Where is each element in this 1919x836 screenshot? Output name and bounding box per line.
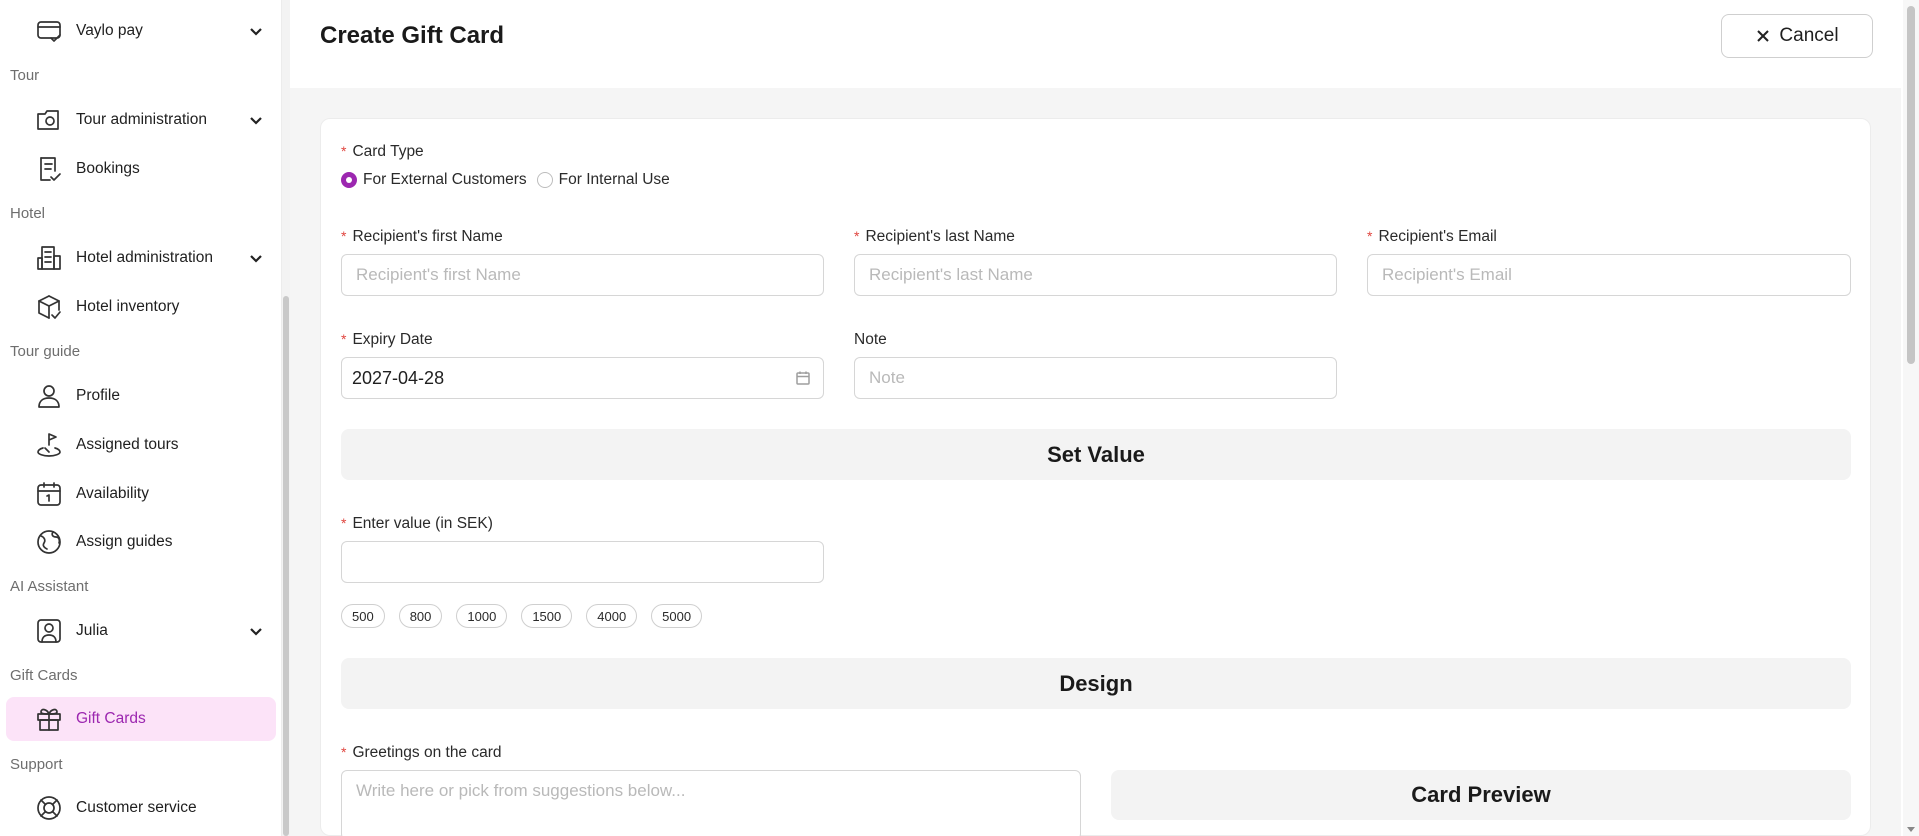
calendar-icon [34,479,64,509]
sidebar-item-label: Bookings [76,160,140,177]
required-asterisk: * [341,143,347,159]
required-asterisk: * [1367,228,1373,244]
sidebar-item-julia[interactable]: Julia [6,609,276,653]
sidebar-section-gift-cards: Gift Cards [10,667,78,684]
sidebar-item-hotel-administration[interactable]: Hotel administration [6,236,276,280]
greetings-label: * Greetings on the card [341,744,502,761]
value-chip-800[interactable]: 800 [398,604,443,628]
value-chip-1000[interactable]: 1000 [456,604,508,628]
expiry-date-label: * Expiry Date [341,331,433,348]
radio-button-checked[interactable] [341,172,357,188]
card-type-label: * Card Type [341,143,424,160]
sidebar-item-availability[interactable]: Availability [6,472,276,516]
sidebar: Vaylo pay Tour Tour administration Booki… [0,0,282,836]
sidebar-scrollbar-thumb[interactable] [283,296,289,836]
last-name-label: * Recipient's last Name [854,228,1015,245]
main-scrollbar[interactable] [1903,0,1919,836]
sidebar-item-bookings[interactable]: Bookings [6,147,276,191]
value-chip-5000[interactable]: 5000 [651,604,703,628]
sidebar-item-gift-cards[interactable]: Gift Cards [6,697,276,741]
sidebar-item-label: Gift Cards [76,710,146,727]
sidebar-item-assign-guides[interactable]: Assign guides [6,520,276,564]
cancel-button-label: Cancel [1779,25,1839,46]
sidebar-item-label: Assigned tours [76,436,179,453]
sidebar-item-label: Assign guides [76,533,173,550]
header: Create Gift Card Cancel [290,0,1901,88]
sidebar-item-label: Hotel administration [76,249,213,266]
lifebuoy-icon [34,793,64,823]
sidebar-item-label: Tour administration [76,111,207,128]
required-asterisk: * [341,515,347,531]
page-title: Create Gift Card [320,22,505,49]
sidebar-item-label: Hotel inventory [76,298,180,315]
greetings-textarea[interactable] [341,770,1081,836]
expiry-date-input[interactable]: 2027-04-28 [341,357,824,399]
chevron-down-icon[interactable] [248,623,264,639]
email-label: * Recipient's Email [1367,228,1497,245]
sidebar-item-label: Vaylo pay [76,22,143,39]
note-label: Note [854,331,887,348]
main-scrollbar-thumb[interactable] [1907,6,1915,364]
radio-external-customers[interactable]: For External Customers [341,171,527,189]
set-value-section-header: Set Value [341,429,1851,480]
radio-label: For External Customers [363,171,527,188]
value-chip-500[interactable]: 500 [341,604,385,628]
user-icon [34,381,64,411]
first-name-label: * Recipient's first Name [341,228,503,245]
note-input[interactable] [854,357,1337,399]
user-square-icon [34,616,64,646]
design-section-header: Design [341,658,1851,709]
value-input[interactable] [341,541,824,583]
sidebar-item-label: Profile [76,387,120,404]
value-suggestion-chips: 500 800 1000 1500 4000 5000 [341,604,716,628]
chevron-down-icon[interactable] [248,250,264,266]
expiry-date-value: 2027-04-28 [352,367,445,388]
sidebar-section-tour: Tour [10,67,40,84]
route-flag-icon [34,430,64,460]
box-check-icon [34,292,64,322]
value-chip-1500[interactable]: 1500 [521,604,573,628]
close-icon [1755,28,1771,44]
building-icon [34,243,64,273]
globe-pin-icon [34,527,64,557]
required-asterisk: * [854,228,860,244]
sidebar-section-ai-assistant: AI Assistant [10,578,89,595]
required-asterisk: * [341,744,347,760]
chevron-down-icon[interactable] [248,23,264,39]
sidebar-section-tour-guide: Tour guide [10,343,81,360]
scroll-down-arrow-icon[interactable] [1907,827,1915,832]
card-check-icon [34,16,64,46]
card-type-radio-group: For External Customers For Internal Use [341,171,680,189]
sidebar-section-hotel: Hotel [10,205,46,222]
sidebar-item-customer-service[interactable]: Customer service [6,786,276,830]
sidebar-item-profile[interactable]: Profile [6,374,276,418]
sidebar-item-label: Customer service [76,799,197,816]
sidebar-item-vaylo-pay[interactable]: Vaylo pay [6,9,276,53]
email-input[interactable] [1367,254,1851,296]
required-asterisk: * [341,228,347,244]
radio-button[interactable] [536,172,553,188]
radio-label: For Internal Use [558,171,670,188]
sidebar-item-label: Julia [76,622,108,639]
gift-icon [34,704,64,734]
radio-internal-use[interactable]: For Internal Use [536,171,670,189]
camera-folder-icon [34,105,64,135]
sidebar-item-hotel-inventory[interactable]: Hotel inventory [6,285,276,329]
last-name-input[interactable] [854,254,1337,296]
document-check-icon [34,154,64,184]
sidebar-item-label: Availability [76,485,149,502]
card-preview-header: Card Preview [1111,770,1851,820]
sidebar-item-tour-administration[interactable]: Tour administration [6,98,276,142]
value-chip-4000[interactable]: 4000 [586,604,638,628]
chevron-down-icon[interactable] [248,112,264,128]
value-label: * Enter value (in SEK) [341,515,493,532]
sidebar-section-support: Support [10,756,63,773]
sidebar-scrollbar[interactable] [282,0,290,836]
calendar-icon[interactable] [795,370,811,386]
sidebar-item-assigned-tours[interactable]: Assigned tours [6,423,276,467]
required-asterisk: * [341,331,347,347]
cancel-button[interactable]: Cancel [1721,14,1873,58]
first-name-input[interactable] [341,254,824,296]
